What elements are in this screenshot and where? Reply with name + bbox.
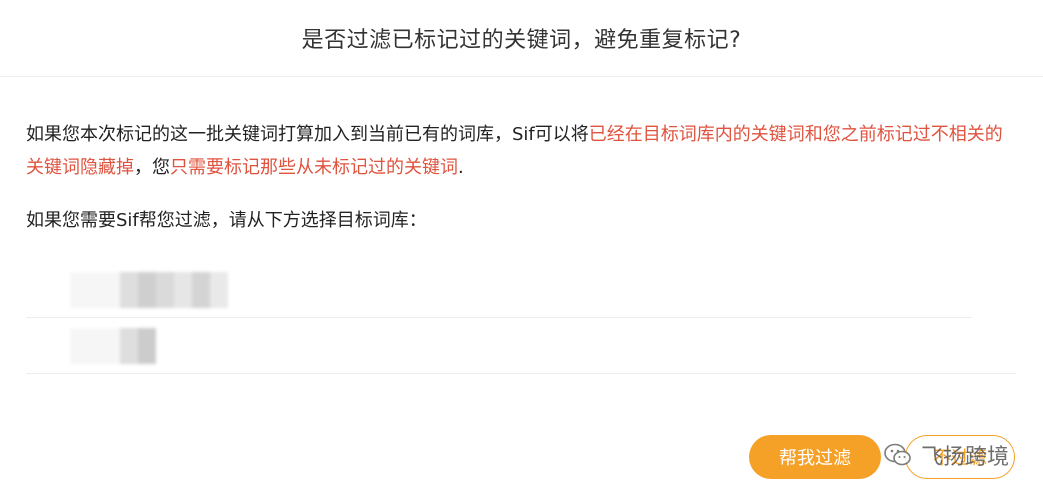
blurred-library-name	[70, 272, 228, 308]
description-highlight: 只需要标记那些从未标记过的关键词	[170, 157, 458, 178]
description-text: ，您	[134, 157, 170, 178]
filter-keywords-dialog: 是否过滤已标记过的关键词，避免重复标记? 如果您本次标记的这一批关键词打算加入到…	[0, 0, 1043, 495]
library-option[interactable]	[26, 262, 972, 318]
dialog-title: 是否过滤已标记过的关键词，避免重复标记?	[301, 28, 742, 53]
dialog-description: 如果您本次标记的这一批关键词打算加入到当前已有的词库，Sif可以将已经在目标词库…	[26, 118, 1016, 184]
blurred-library-name	[70, 328, 156, 364]
description-text: 如果您本次标记的这一批关键词打算加入到当前已有的词库，Sif可以将	[26, 124, 589, 145]
filter-button[interactable]: 帮我过滤	[749, 435, 881, 479]
library-option[interactable]	[26, 318, 1016, 374]
dialog-footer: 帮我过滤 不过滤	[749, 435, 1015, 479]
dialog-header: 是否过滤已标记过的关键词，避免重复标记?	[0, 0, 1043, 77]
library-select-prompt: 如果您需要Sif帮您过滤，请从下方选择目标词库：	[26, 210, 427, 231]
description-text: .	[458, 157, 464, 178]
skip-filter-button[interactable]: 不过滤	[905, 435, 1015, 479]
library-list	[26, 262, 1016, 374]
